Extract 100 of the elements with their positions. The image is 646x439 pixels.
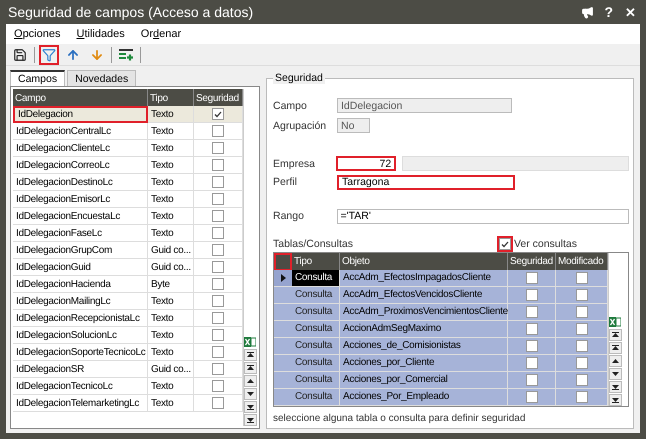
checkbox[interactable] bbox=[526, 306, 538, 318]
checkbox[interactable] bbox=[212, 176, 224, 188]
table-cell[interactable]: IdDelegacionMailingLc bbox=[13, 293, 148, 310]
checkbox[interactable] bbox=[526, 322, 538, 335]
column-header[interactable]: Seguridad bbox=[508, 252, 556, 271]
checkbox[interactable] bbox=[576, 340, 588, 352]
checkbox[interactable] bbox=[576, 306, 588, 318]
checkbox[interactable] bbox=[212, 193, 224, 205]
checkbox[interactable] bbox=[498, 238, 511, 250]
checkbox[interactable] bbox=[212, 380, 224, 392]
input-field[interactable]: ='TAR' bbox=[336, 208, 629, 224]
row-header-corner[interactable] bbox=[274, 252, 292, 271]
checkbox[interactable] bbox=[212, 125, 224, 137]
tab[interactable]: Novedades bbox=[67, 70, 136, 86]
checkbox[interactable] bbox=[212, 363, 224, 375]
table-cell[interactable]: IdDelegacionEncuestaLc bbox=[13, 208, 148, 225]
column-header[interactable]: Objeto bbox=[340, 252, 508, 271]
table-cell[interactable]: Consulta bbox=[292, 338, 340, 355]
table-cell[interactable]: IdDelegacion bbox=[13, 106, 148, 123]
table-cell[interactable]: IdDelegacionCorreoLc bbox=[13, 157, 148, 174]
table-cell[interactable]: IdDelegacionTecnicoLc bbox=[13, 378, 148, 395]
checkbox[interactable] bbox=[526, 390, 538, 403]
column-header[interactable]: Modificado bbox=[556, 252, 608, 271]
checkbox[interactable] bbox=[526, 340, 538, 352]
next-button[interactable] bbox=[244, 388, 257, 400]
table-cell[interactable]: Consulta bbox=[292, 270, 340, 287]
prev-page-button[interactable] bbox=[609, 342, 622, 354]
table-cell[interactable]: IdDelegacionEmisorLc bbox=[13, 191, 148, 208]
checkbox[interactable] bbox=[526, 374, 538, 386]
hint-text: seleccione alguna tabla o consulta para definir seguridad bbox=[273, 412, 526, 424]
checkbox[interactable] bbox=[576, 390, 588, 403]
table-cell[interactable]: Consulta bbox=[292, 372, 340, 389]
next-page-button[interactable] bbox=[609, 380, 622, 393]
spreadsheet-icon[interactable] bbox=[609, 316, 621, 328]
checkbox[interactable] bbox=[212, 397, 224, 409]
table-cell[interactable]: IdDelegacionFaseLc bbox=[13, 225, 148, 242]
checkbox[interactable] bbox=[212, 329, 224, 341]
row-header[interactable] bbox=[274, 270, 292, 287]
table-cell[interactable]: IdDelegacionGuid bbox=[13, 259, 148, 276]
menu-item[interactable]: Utilidades bbox=[76, 28, 125, 40]
input-field[interactable]: No bbox=[337, 118, 370, 134]
table-cell[interactable]: Consulta bbox=[292, 388, 340, 406]
first-button[interactable] bbox=[609, 328, 622, 341]
table-cell[interactable]: IdDelegacionSolucionLc bbox=[13, 327, 148, 344]
last-button[interactable] bbox=[244, 414, 257, 426]
checkbox[interactable] bbox=[526, 288, 538, 301]
prev-button[interactable] bbox=[244, 375, 257, 387]
checkbox[interactable] bbox=[212, 312, 224, 324]
table-cell[interactable]: IdDelegacionGrupCom bbox=[13, 242, 148, 259]
table-cell[interactable]: Consulta bbox=[292, 320, 340, 338]
checkbox[interactable] bbox=[576, 322, 588, 335]
table-cell[interactable]: IdDelegacionHacienda bbox=[13, 276, 148, 293]
checkbox[interactable] bbox=[576, 288, 588, 301]
table-cell[interactable]: Consulta bbox=[292, 286, 340, 304]
checkbox[interactable] bbox=[526, 356, 538, 369]
next-button[interactable] bbox=[609, 368, 622, 380]
checkbox[interactable] bbox=[212, 108, 224, 120]
megaphone-icon[interactable] bbox=[581, 6, 594, 18]
table-cell[interactable]: IdDelegacionDestinoLc bbox=[13, 174, 148, 191]
filter-button[interactable] bbox=[39, 44, 59, 64]
table-cell[interactable]: IdDelegacionSoporteTecnicoLc bbox=[13, 344, 148, 361]
input-field[interactable]: IdDelegacion bbox=[337, 98, 512, 114]
table-cell[interactable]: IdDelegacionClienteLc bbox=[13, 140, 148, 157]
checkbox[interactable] bbox=[576, 374, 588, 386]
checkbox[interactable] bbox=[212, 278, 224, 290]
checkbox[interactable] bbox=[212, 142, 224, 154]
table-cell[interactable]: IdDelegacionCentralLc bbox=[13, 123, 148, 140]
checkbox[interactable] bbox=[212, 346, 224, 358]
checkbox[interactable] bbox=[576, 356, 588, 369]
table-cell[interactable]: IdDelegacionSR bbox=[13, 361, 148, 378]
input-field[interactable]: 72 bbox=[336, 156, 396, 172]
checkbox[interactable] bbox=[212, 210, 224, 222]
checkbox[interactable] bbox=[212, 261, 224, 273]
tab[interactable]: Campos bbox=[10, 70, 66, 86]
table-cell[interactable]: Consulta bbox=[292, 304, 340, 321]
column-header[interactable]: Campo bbox=[13, 89, 148, 107]
help-button[interactable]: ? bbox=[602, 4, 615, 20]
table-cell[interactable]: Consulta bbox=[292, 354, 340, 372]
close-button[interactable]: ✕ bbox=[623, 4, 638, 20]
prev-button[interactable] bbox=[609, 354, 622, 367]
next-page-button[interactable] bbox=[244, 401, 257, 413]
checkbox[interactable] bbox=[212, 295, 224, 307]
first-button[interactable] bbox=[244, 349, 257, 361]
column-header[interactable]: Tipo bbox=[292, 252, 340, 271]
checkbox[interactable] bbox=[212, 227, 224, 239]
table-cell[interactable]: IdDelegacionTelemarketingLc bbox=[13, 395, 148, 412]
column-header[interactable]: Tipo bbox=[148, 89, 194, 107]
checkbox[interactable] bbox=[526, 272, 538, 284]
menu-item[interactable]: Ordenar bbox=[140, 28, 182, 40]
menu-item[interactable]: Opciones bbox=[14, 28, 60, 40]
column-header[interactable]: Seguridad bbox=[194, 89, 243, 107]
table-cell[interactable]: IdDelegacionRecepcionistaLc bbox=[13, 310, 148, 327]
checkbox[interactable] bbox=[212, 159, 224, 171]
prev-page-button[interactable] bbox=[244, 362, 257, 374]
checkbox[interactable] bbox=[212, 244, 224, 256]
checkbox[interactable] bbox=[576, 272, 588, 284]
last-button[interactable] bbox=[609, 394, 622, 406]
caret-up-bar-icon bbox=[612, 332, 619, 338]
spreadsheet-icon[interactable] bbox=[244, 336, 256, 348]
input-field[interactable]: Tarragona bbox=[337, 174, 515, 190]
